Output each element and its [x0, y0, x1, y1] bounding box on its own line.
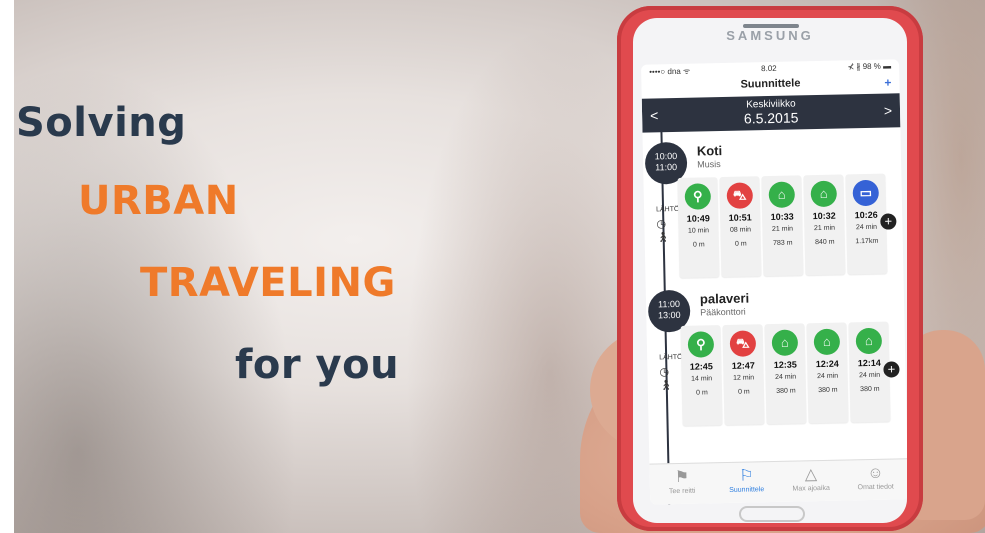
depart-label: LÄHTÖ	[659, 353, 683, 361]
bike-icon: ⚲	[684, 183, 712, 210]
prev-day-button[interactable]: <	[650, 107, 659, 123]
clock-icon: ◷	[659, 365, 670, 378]
tab-bar: ⚑ Tee reitti ⚐ Suunnittele △ Max ajoaika ☺ Omat…	[649, 458, 907, 505]
walk-icon: 🚶︎	[659, 379, 673, 391]
plan-icon: ⚐	[739, 467, 754, 485]
tab-route[interactable]: ⚑ Tee reitti	[652, 463, 713, 504]
nav-title: Suunnittele	[740, 77, 801, 91]
row-labels: LÄHTÖ ◷ 🚶︎	[659, 350, 682, 392]
car-icon: ⛍	[726, 182, 754, 209]
tram-icon: ⌂	[855, 327, 883, 355]
add-button[interactable]: +	[884, 75, 891, 89]
event-end: 13:00	[657, 309, 681, 321]
travel-options: LÄHTÖ ◷ 🚶︎ ⚲ 10:49 10 min 0 m ⛍ 10:51 08 min 0 m ⌂ 1…	[653, 173, 899, 284]
app-screen: ••••○ dna ᯤ 8.02 ⊀ ∦ 98 % ▬ Suunnittele …	[641, 59, 907, 505]
walk-distance: 0 m	[692, 241, 705, 249]
bus-icon: ▭	[852, 179, 880, 207]
person-icon: ☺	[867, 464, 884, 483]
walk-distance: 0 m	[696, 389, 708, 397]
trip-duration: 08 min	[729, 226, 752, 234]
tram-icon: ⌂	[768, 181, 796, 209]
headline-line-3: TRAVELING	[140, 260, 396, 306]
event-start: 10:00	[654, 150, 678, 162]
clock-icon: ◷	[656, 217, 667, 230]
tab-person[interactable]: ☺ Omat tiedot	[845, 459, 906, 500]
walk-distance: 380 m	[818, 386, 838, 395]
headline-line-2: URBAN	[78, 178, 239, 224]
route-option-card[interactable]: ⚲ 10:49 10 min 0 m	[677, 177, 720, 278]
walk-distance: 380 m	[776, 387, 796, 395]
tab-triangle[interactable]: △ Max ajoaika	[781, 461, 842, 502]
trip-duration: 21 min	[813, 224, 836, 233]
departure-time: 12:35	[773, 359, 797, 370]
depart-label: LÄHTÖ	[655, 205, 680, 213]
triangle-icon: △	[804, 466, 818, 484]
calendar-event[interactable]: 11:00 13:00 palaveri Pääkonttori	[647, 279, 901, 333]
walk-distance: 840 m	[814, 238, 835, 247]
tram-icon: ⌂	[810, 180, 838, 208]
tab-label: Tee reitti	[668, 487, 696, 496]
route-icon: ⚑	[674, 468, 690, 487]
route-option-card[interactable]: ⚲ 12:45 14 min 0 m	[680, 325, 723, 426]
phone-brand: SAMSUNG	[726, 28, 814, 43]
row-labels: LÄHTÖ ◷ 🚶︎	[656, 202, 679, 244]
departure-time: 10:49	[686, 213, 710, 224]
route-option-card[interactable]: ⛍ 12:47 12 min 0 m	[722, 324, 765, 426]
event-title: palaveri	[699, 290, 750, 307]
departure-time: 12:47	[731, 360, 755, 371]
next-day-button[interactable]: >	[884, 102, 893, 118]
add-option-button[interactable]: +	[880, 213, 897, 230]
departure-time: 10:32	[812, 210, 836, 222]
departure-time: 12:45	[689, 361, 713, 372]
event-end: 11:00	[655, 161, 678, 173]
carrier-label: ••••○ dna ᯤ	[649, 66, 691, 77]
trip-duration: 10 min	[687, 227, 710, 235]
walk-distance: 783 m	[772, 239, 793, 247]
event-title: Koti	[696, 143, 723, 159]
event-list: 10:00 11:00 Koti Musis LÄHTÖ ◷ 🚶︎ ⚲ 10:49 10 min 0…	[642, 127, 906, 432]
tab-label: Omat tiedot	[857, 483, 894, 492]
tab-label: Suunnittele	[729, 486, 765, 494]
event-place: Musis	[697, 159, 721, 170]
status-time: 8.02	[761, 63, 777, 74]
battery-indicator: ⊀ ∦ 98 % ▬	[847, 61, 892, 72]
walk-distance: 380 m	[860, 385, 880, 394]
add-option-button[interactable]: +	[883, 361, 900, 378]
car-icon: ⛍	[729, 330, 757, 357]
route-option-card[interactable]: ⌂ 10:32 21 min 840 m	[803, 174, 846, 276]
walk-distance: 0 m	[734, 240, 747, 248]
walk-distance: 1.17km	[855, 237, 879, 246]
tab-plan[interactable]: ⚐ Suunnittele	[716, 462, 777, 503]
travel-options: LÄHTÖ ◷ 🚶︎ ⚲ 12:45 14 min 0 m ⛍ 12:47 12 min 0 m ⌂ 1…	[657, 321, 903, 432]
headline-line-4: for you	[235, 342, 400, 388]
departure-time: 10:33	[770, 211, 794, 223]
tab-label: Max ajoaika	[792, 484, 830, 493]
walk-icon: 🚶︎	[656, 231, 670, 243]
date-selector: < Keskiviikko 6.5.2015 >	[641, 93, 901, 133]
trip-duration: 14 min	[691, 375, 713, 383]
tram-icon: ⌂	[771, 329, 799, 357]
tram-icon: ⌂	[813, 328, 841, 356]
walk-distance: 0 m	[737, 388, 750, 396]
departure-time: 10:51	[728, 212, 752, 223]
trip-duration: 21 min	[771, 225, 794, 233]
headline-line-1: Solving	[16, 100, 187, 146]
departure-time: 12:24	[815, 358, 839, 370]
route-option-card[interactable]: ⌂ 12:24 24 min 380 m	[806, 322, 849, 424]
event-place: Pääkonttori	[700, 306, 746, 318]
home-button[interactable]	[739, 506, 805, 522]
route-option-card[interactable]: ⌂ 12:35 24 min 380 m	[764, 323, 807, 425]
route-option-card[interactable]: ⌂ 10:33 21 min 783 m	[761, 175, 804, 277]
phone-body: SAMSUNG ••••○ dna ᯤ 8.02 ⊀ ∦ 98 % ▬ Suun…	[633, 18, 907, 523]
trip-duration: 24 min	[775, 373, 797, 381]
trip-duration: 12 min	[733, 374, 755, 382]
route-option-card[interactable]: ⛍ 10:51 08 min 0 m	[719, 176, 762, 278]
event-start: 11:00	[658, 298, 681, 310]
trip-duration: 24 min	[817, 372, 839, 381]
bike-icon: ⚲	[687, 331, 715, 358]
phone-mockup: SAMSUNG ••••○ dna ᯤ 8.02 ⊀ ∦ 98 % ▬ Suun…	[617, 6, 923, 531]
calendar-event[interactable]: 10:00 11:00 Koti Musis	[644, 131, 898, 185]
